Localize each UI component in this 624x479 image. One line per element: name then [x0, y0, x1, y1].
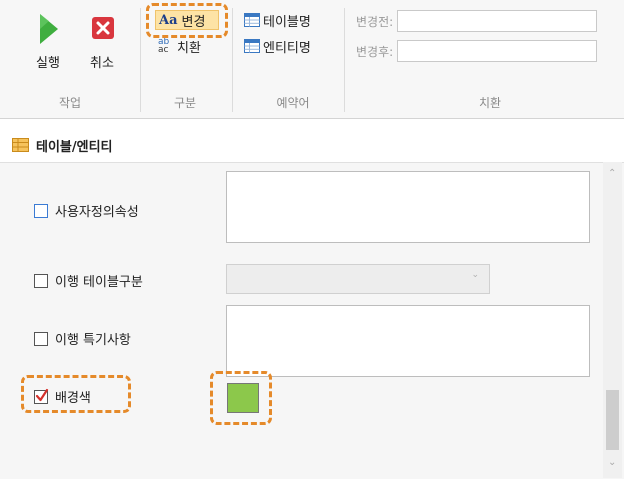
table-icon [244, 13, 260, 27]
user-defined-textarea[interactable] [226, 171, 590, 243]
panel-header: 테이블/엔티티 [0, 130, 624, 160]
user-defined-checkbox[interactable] [34, 203, 48, 218]
background-color-swatch-highlight [210, 371, 272, 425]
vertical-scrollbar[interactable]: ⌃ ⌄ [603, 162, 622, 478]
migration-table-type-property[interactable]: 이행 테이블구분 [34, 271, 143, 290]
migration-notes-textarea[interactable] [226, 305, 590, 377]
migration-notes-property[interactable]: 이행 특기사항 [34, 329, 131, 348]
group-label-reserved: 예약어 [276, 96, 310, 110]
entity-name-button[interactable]: 엔티티명 [244, 36, 311, 56]
group-label-replace: 치환 [478, 96, 502, 110]
after-label: 변경후: [356, 44, 394, 59]
before-input[interactable] [397, 10, 598, 32]
migration-table-type-label: 이행 테이블구분 [55, 275, 143, 290]
replace-button[interactable]: ab ac 치환 [158, 36, 201, 56]
before-label: 변경전: [356, 14, 394, 29]
scroll-down-icon[interactable]: ⌄ [608, 457, 616, 468]
migration-table-type-select[interactable]: ⌄ [226, 264, 490, 294]
group-separator [140, 8, 141, 112]
scroll-up-icon[interactable]: ⌃ [608, 168, 616, 179]
after-row: 변경후: [356, 40, 598, 62]
table-name-button[interactable]: 테이블명 [244, 10, 311, 30]
chevron-down-icon: ⌄ [471, 270, 479, 280]
replace-button-label: 치환 [177, 40, 201, 56]
close-icon [92, 17, 114, 39]
entity-name-label: 엔티티명 [263, 40, 311, 56]
user-defined-label: 사용자정의속성 [55, 205, 139, 220]
scroll-thumb[interactable] [606, 390, 619, 450]
after-input[interactable] [397, 40, 598, 62]
run-button-label: 실행 [36, 56, 60, 71]
table-icon [244, 39, 260, 53]
run-button[interactable]: 실행 [28, 12, 68, 71]
panel-title: 테이블/엔티티 [36, 139, 113, 155]
migration-table-type-checkbox[interactable] [34, 273, 48, 288]
group-label-work: 작업 [58, 96, 82, 110]
replace-abc-icon: ab ac [158, 37, 170, 55]
user-defined-property[interactable]: 사용자정의속성 [34, 201, 139, 220]
table-name-label: 테이블명 [263, 14, 311, 30]
properties-panel: 사용자정의속성 이행 테이블구분 ⌄ 이행 특기사항 배경색 [0, 162, 624, 479]
group-separator [232, 8, 233, 112]
cancel-button-label: 취소 [90, 56, 114, 71]
cancel-button[interactable]: 취소 [82, 12, 122, 71]
change-highlight [146, 3, 228, 38]
before-row: 변경전: [356, 10, 598, 32]
background-color-label-highlight [21, 375, 131, 413]
ribbon-toolbar: 실행 취소 작업 Aa 변경 ab ac 치환 구분 테이블명 엔티티명 예약어… [0, 0, 624, 119]
table-grid-icon [12, 138, 29, 152]
group-separator [344, 8, 345, 112]
migration-notes-checkbox[interactable] [34, 331, 48, 346]
migration-notes-label: 이행 특기사항 [55, 333, 131, 348]
group-label-category: 구분 [173, 96, 197, 110]
play-icon [40, 14, 58, 44]
